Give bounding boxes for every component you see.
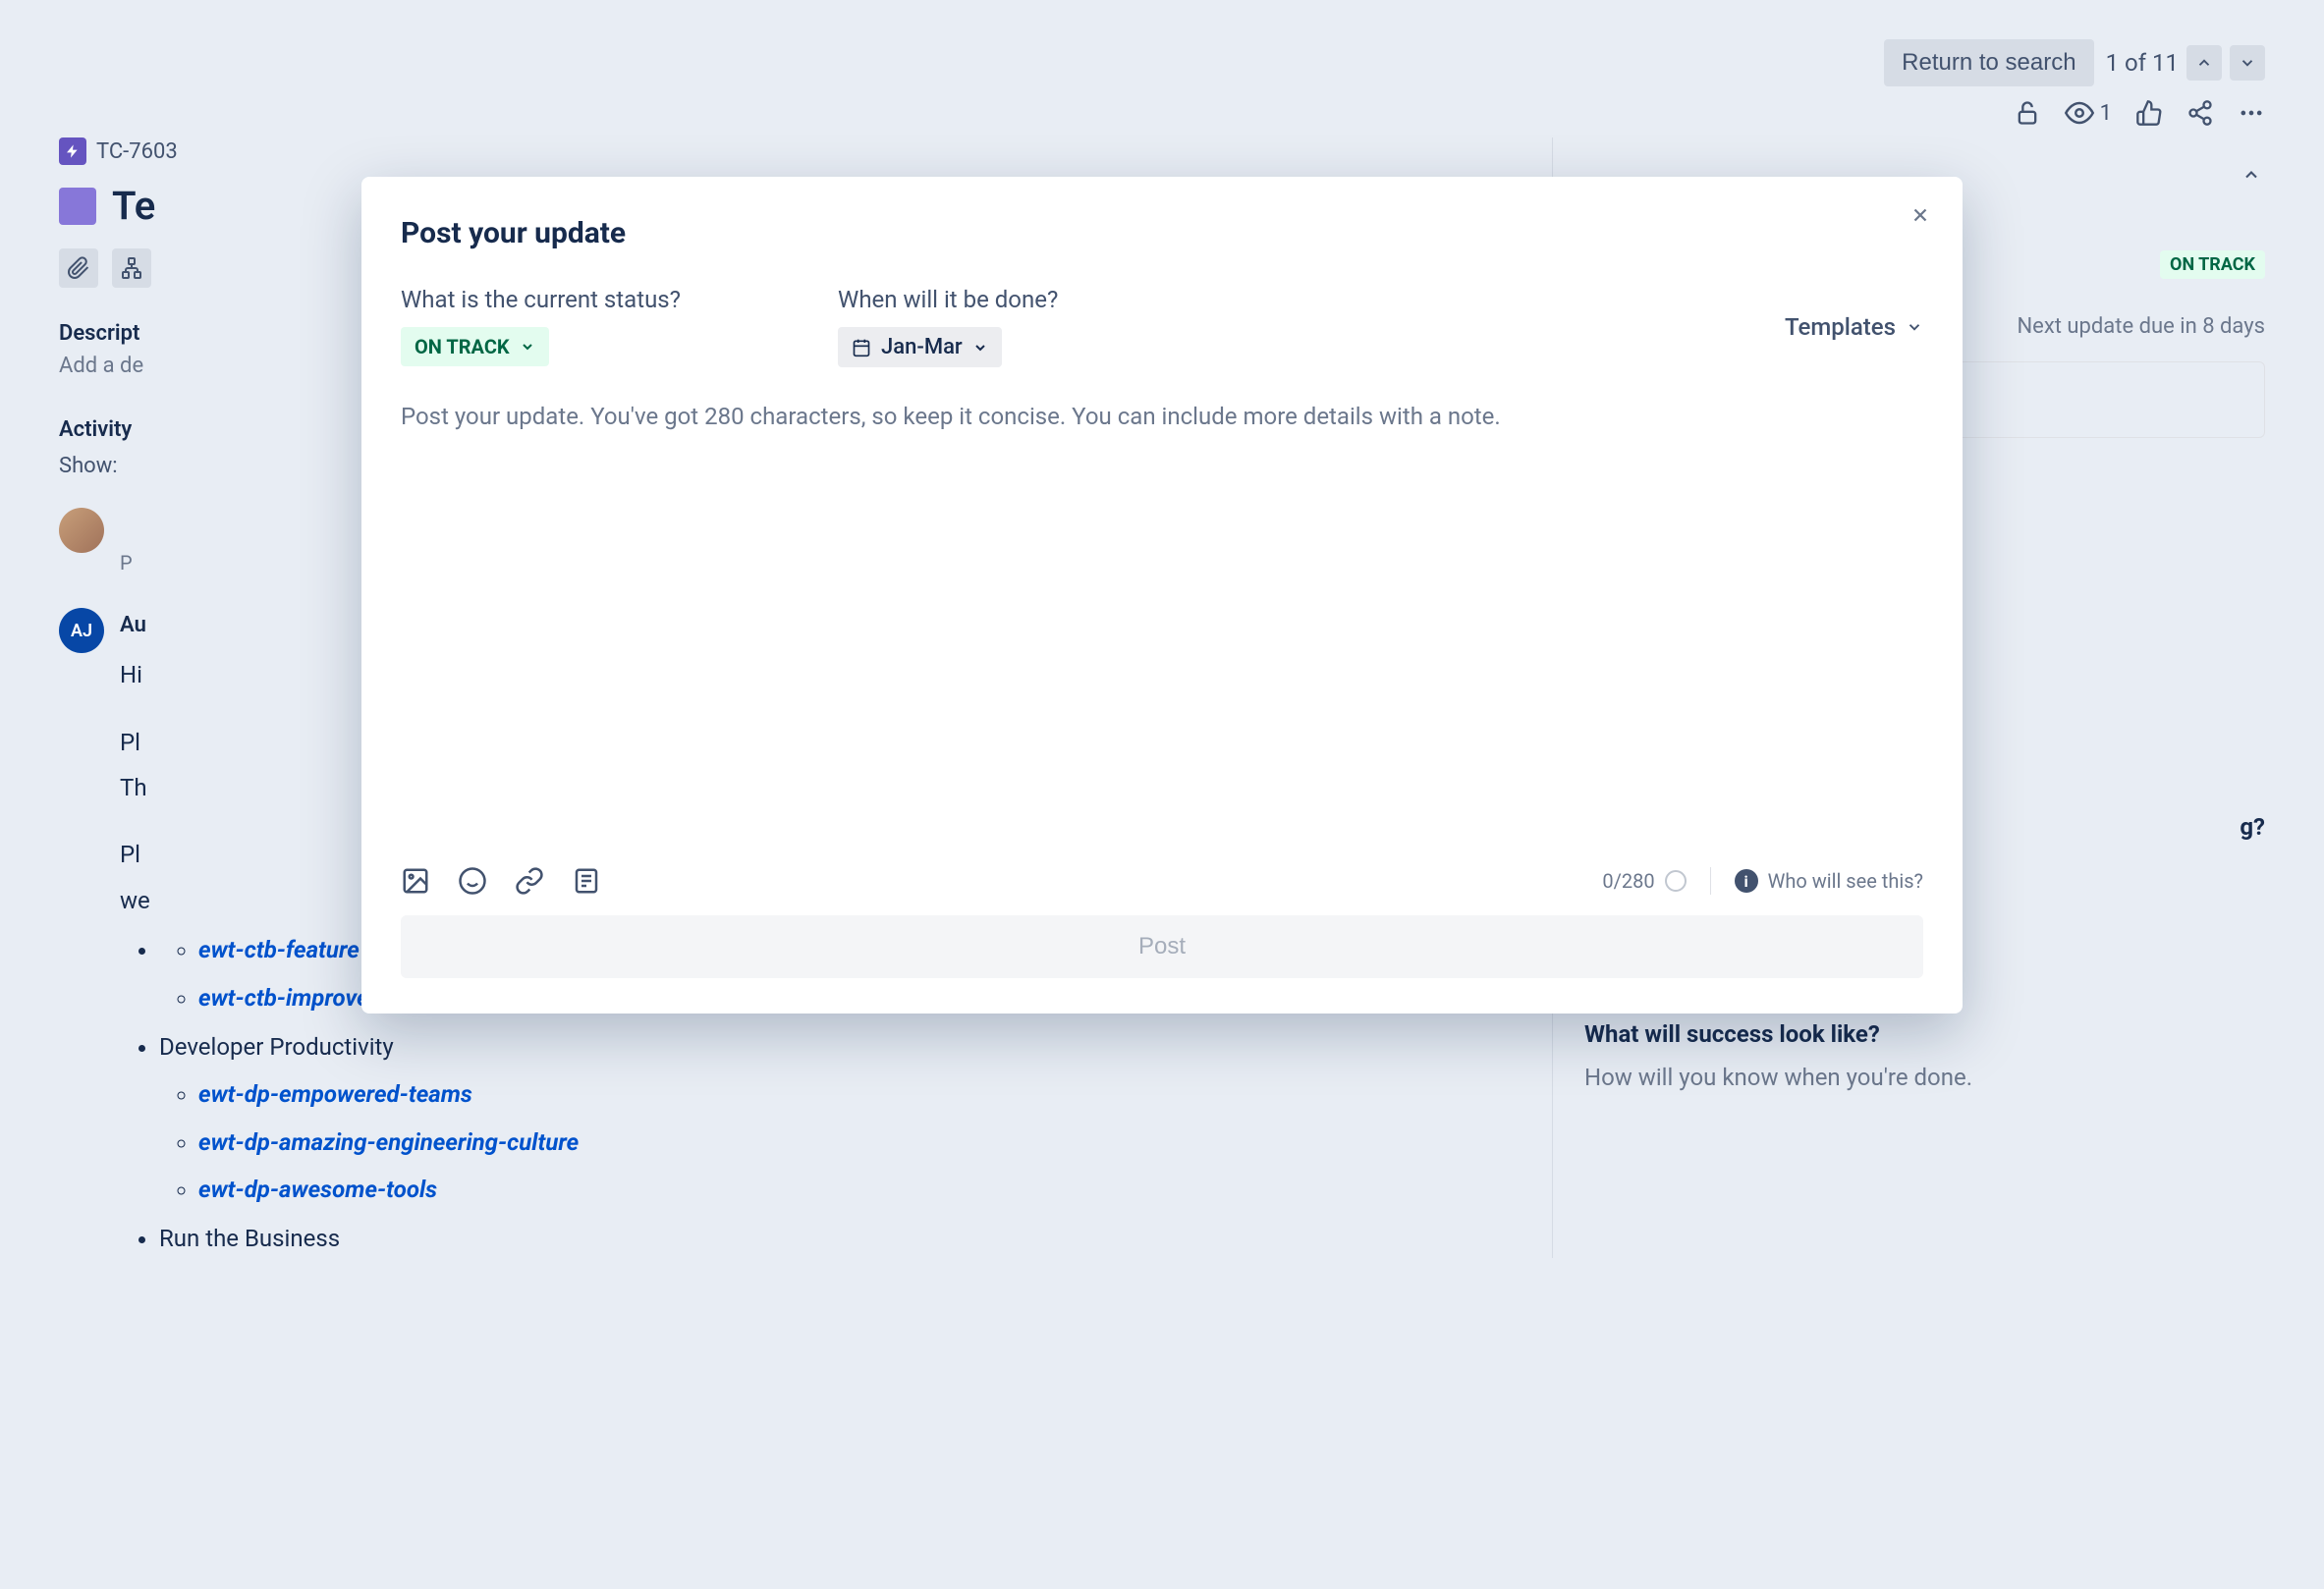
about-answer: How will you know when you're done. [1584,1062,2265,1095]
comment-author-avatar: AJ [59,608,104,653]
epic-color-swatch [59,188,96,225]
list-item-label: Developer Productivity [159,1033,394,1061]
pager-text: 1 of 11 [2106,49,2179,77]
return-to-search-button[interactable]: Return to search [1884,39,2093,86]
link-ewt-dp-awesome-tools[interactable]: ewt-dp-awesome-tools [198,1176,437,1203]
link-ewt-ctb-feature[interactable]: ewt-ctb-feature [198,936,360,963]
list-item: ewt-dp-amazing-engineering-culture [198,1123,579,1161]
chevron-down-icon [972,340,988,356]
insert-image-button[interactable] [401,866,430,896]
lock-open-icon[interactable] [2014,99,2041,127]
vote-button[interactable] [2135,99,2163,127]
thumbs-up-icon [2135,99,2163,127]
list-item: Run the Business [159,1220,579,1257]
target-date-dropdown[interactable]: Jan-Mar [838,327,1002,367]
divider [1710,867,1711,895]
status-value: ON TRACK [415,335,510,358]
char-progress-ring [1665,870,1687,892]
about-question: What will success look like? [1584,1020,2265,1048]
done-field-label: When will it be done? [838,286,1058,313]
post-button[interactable]: Post [401,915,1923,978]
top-toolbar: Return to search 1 of 11 1 [1884,39,2265,128]
pager-prev-button[interactable] [2186,45,2222,81]
who-label: Who will see this? [1768,869,1923,893]
issue-title[interactable]: Te [112,183,155,229]
project-icon [59,137,86,165]
close-icon [1909,204,1931,226]
image-icon [401,866,430,896]
list-item: Developer Productivity ewt-dp-empowered-… [159,1028,579,1209]
next-update-due: Next update due in 8 days [2017,314,2265,342]
who-will-see-button[interactable]: i Who will see this? [1735,869,1923,893]
insert-link-button[interactable] [515,866,544,896]
link-icon [515,866,544,896]
status-lozenge: ON TRACK [2160,250,2265,279]
hierarchy-icon [120,256,143,280]
templates-dropdown[interactable]: Templates [1785,286,1923,367]
pager-next-button[interactable] [2230,45,2265,81]
editor-toolbar [401,866,601,896]
eye-icon [2065,98,2094,128]
status-field-group: What is the current status? ON TRACK [401,286,681,367]
share-button[interactable] [2186,99,2214,127]
ellipsis-icon [2238,99,2265,127]
link-ewt-dp-empowered-teams[interactable]: ewt-dp-empowered-teams [198,1080,472,1108]
link-ewt-dp-amazing-engineering-culture[interactable]: ewt-dp-amazing-engineering-culture [198,1128,579,1156]
comment-prompt-prefix: P [120,547,133,578]
breadcrumb: TC-7603 [59,137,1513,165]
chevron-up-icon [2241,165,2261,185]
paperclip-icon [67,256,90,280]
list-item: ewt-dp-awesome-tools [198,1171,579,1208]
templates-label: Templates [1785,313,1896,341]
chevron-down-icon [520,339,535,355]
issue-pager: 1 of 11 [2106,45,2265,81]
info-icon: i [1735,869,1758,893]
insert-emoji-button[interactable] [458,866,487,896]
done-field-group: When will it be done? Jan-Mar [838,286,1058,367]
update-textarea[interactable]: Post your update. You've got 280 charact… [401,399,1923,434]
target-date-value: Jan-Mar [881,335,963,359]
modal-title: Post your update [401,216,1923,250]
list-item: ewt-dp-empowered-teams [198,1075,579,1113]
smiley-icon [458,866,487,896]
post-update-modal: Post your update What is the current sta… [361,177,1963,1014]
current-user-avatar [59,508,104,553]
close-button[interactable] [1909,204,1931,226]
activity-show-label: Show: [59,454,118,478]
chevron-down-icon [1906,318,1923,336]
attach-button[interactable] [59,248,98,288]
panel-collapse-button[interactable] [2238,161,2265,189]
chevron-down-icon [2239,54,2256,72]
insert-note-button[interactable] [572,866,601,896]
calendar-icon [852,338,871,357]
list-item-label: Run the Business [159,1225,340,1252]
more-actions-button[interactable] [2238,99,2265,127]
share-icon [2186,99,2214,127]
watchers-button[interactable]: 1 [2065,98,2112,128]
status-dropdown[interactable]: ON TRACK [401,327,549,366]
issue-key-link[interactable]: TC-7603 [96,139,178,164]
chevron-up-icon [2195,54,2213,72]
character-counter: 0/280 [1602,869,1686,893]
watch-count: 1 [2100,101,2112,126]
status-field-label: What is the current status? [401,286,681,313]
note-icon [572,866,601,896]
char-count-text: 0/280 [1602,869,1654,893]
child-issue-button[interactable] [112,248,151,288]
